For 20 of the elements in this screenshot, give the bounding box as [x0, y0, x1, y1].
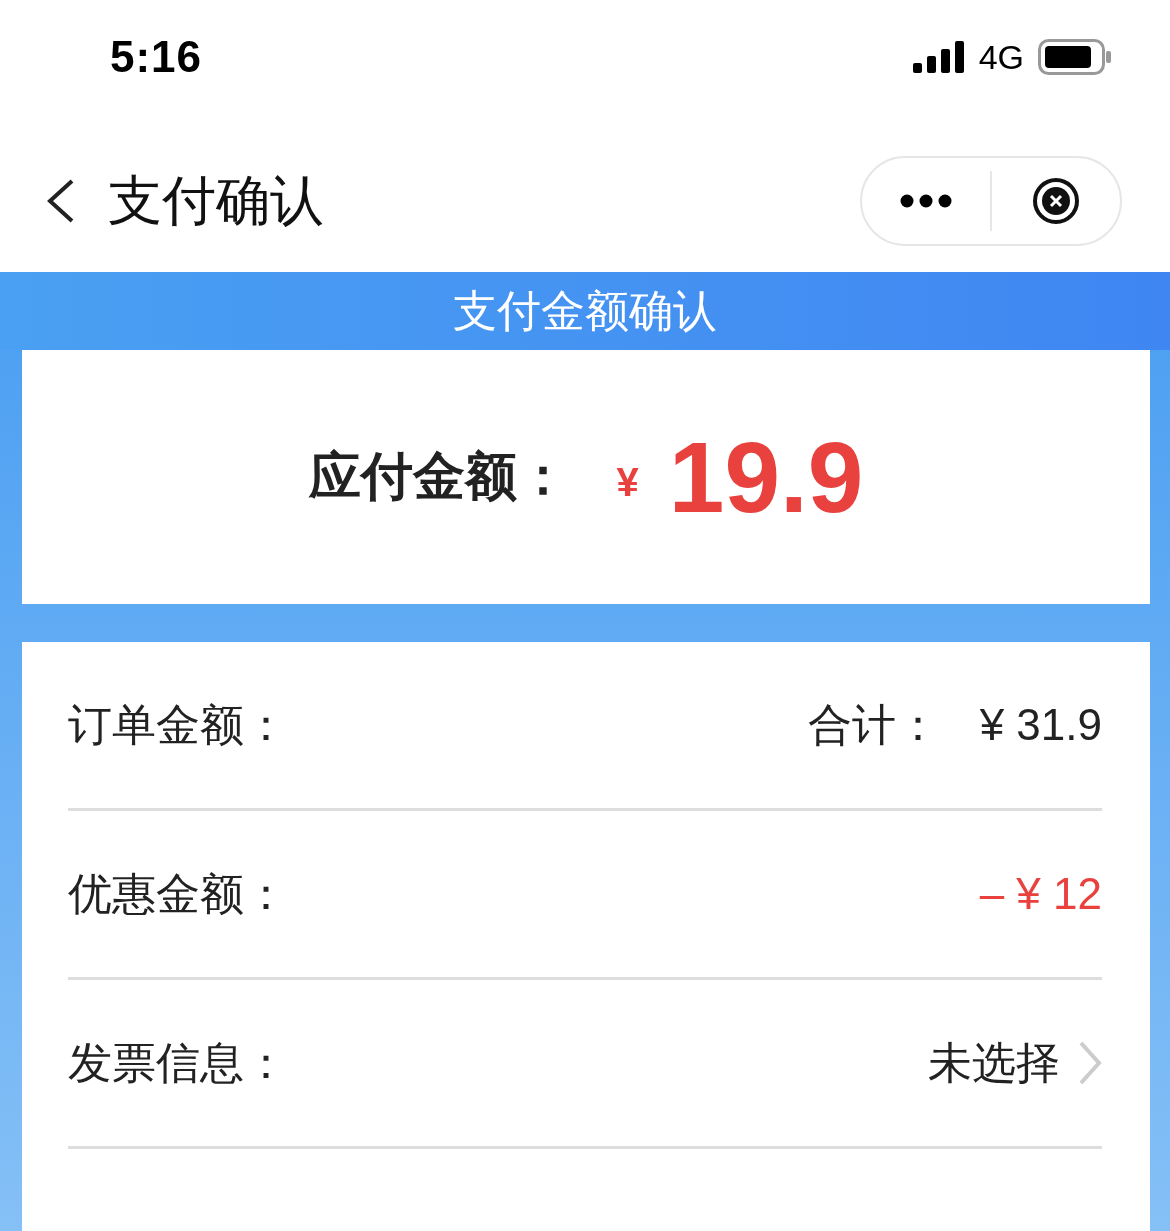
more-icon: [900, 194, 952, 208]
row-label: 订单金额：: [68, 698, 288, 751]
invoice-value: 未选择: [928, 1036, 1060, 1089]
invoice-row[interactable]: 发票信息： 未选择: [68, 980, 1102, 1149]
total-label: 合计：: [807, 698, 940, 751]
page-title: 支付确认: [108, 168, 324, 232]
total-value: ¥ 31.9: [979, 700, 1102, 750]
currency-symbol: ¥: [616, 459, 639, 505]
row-label: 发票信息：: [68, 1036, 288, 1089]
amount-label: 应付金额：: [308, 446, 569, 507]
status-time: 5:16: [110, 32, 203, 82]
signal-icon: [912, 41, 965, 73]
discount-value: – ¥ 12: [979, 869, 1102, 919]
close-icon: [1032, 177, 1080, 225]
amount-value: 19.9: [668, 419, 864, 535]
banner-title: 支付金额确认: [453, 284, 717, 337]
chevron-icon: [1078, 1040, 1102, 1086]
network-label: 4G: [978, 37, 1024, 77]
battery-icon: [1038, 39, 1112, 75]
row-label: 优惠金额：: [68, 867, 288, 920]
